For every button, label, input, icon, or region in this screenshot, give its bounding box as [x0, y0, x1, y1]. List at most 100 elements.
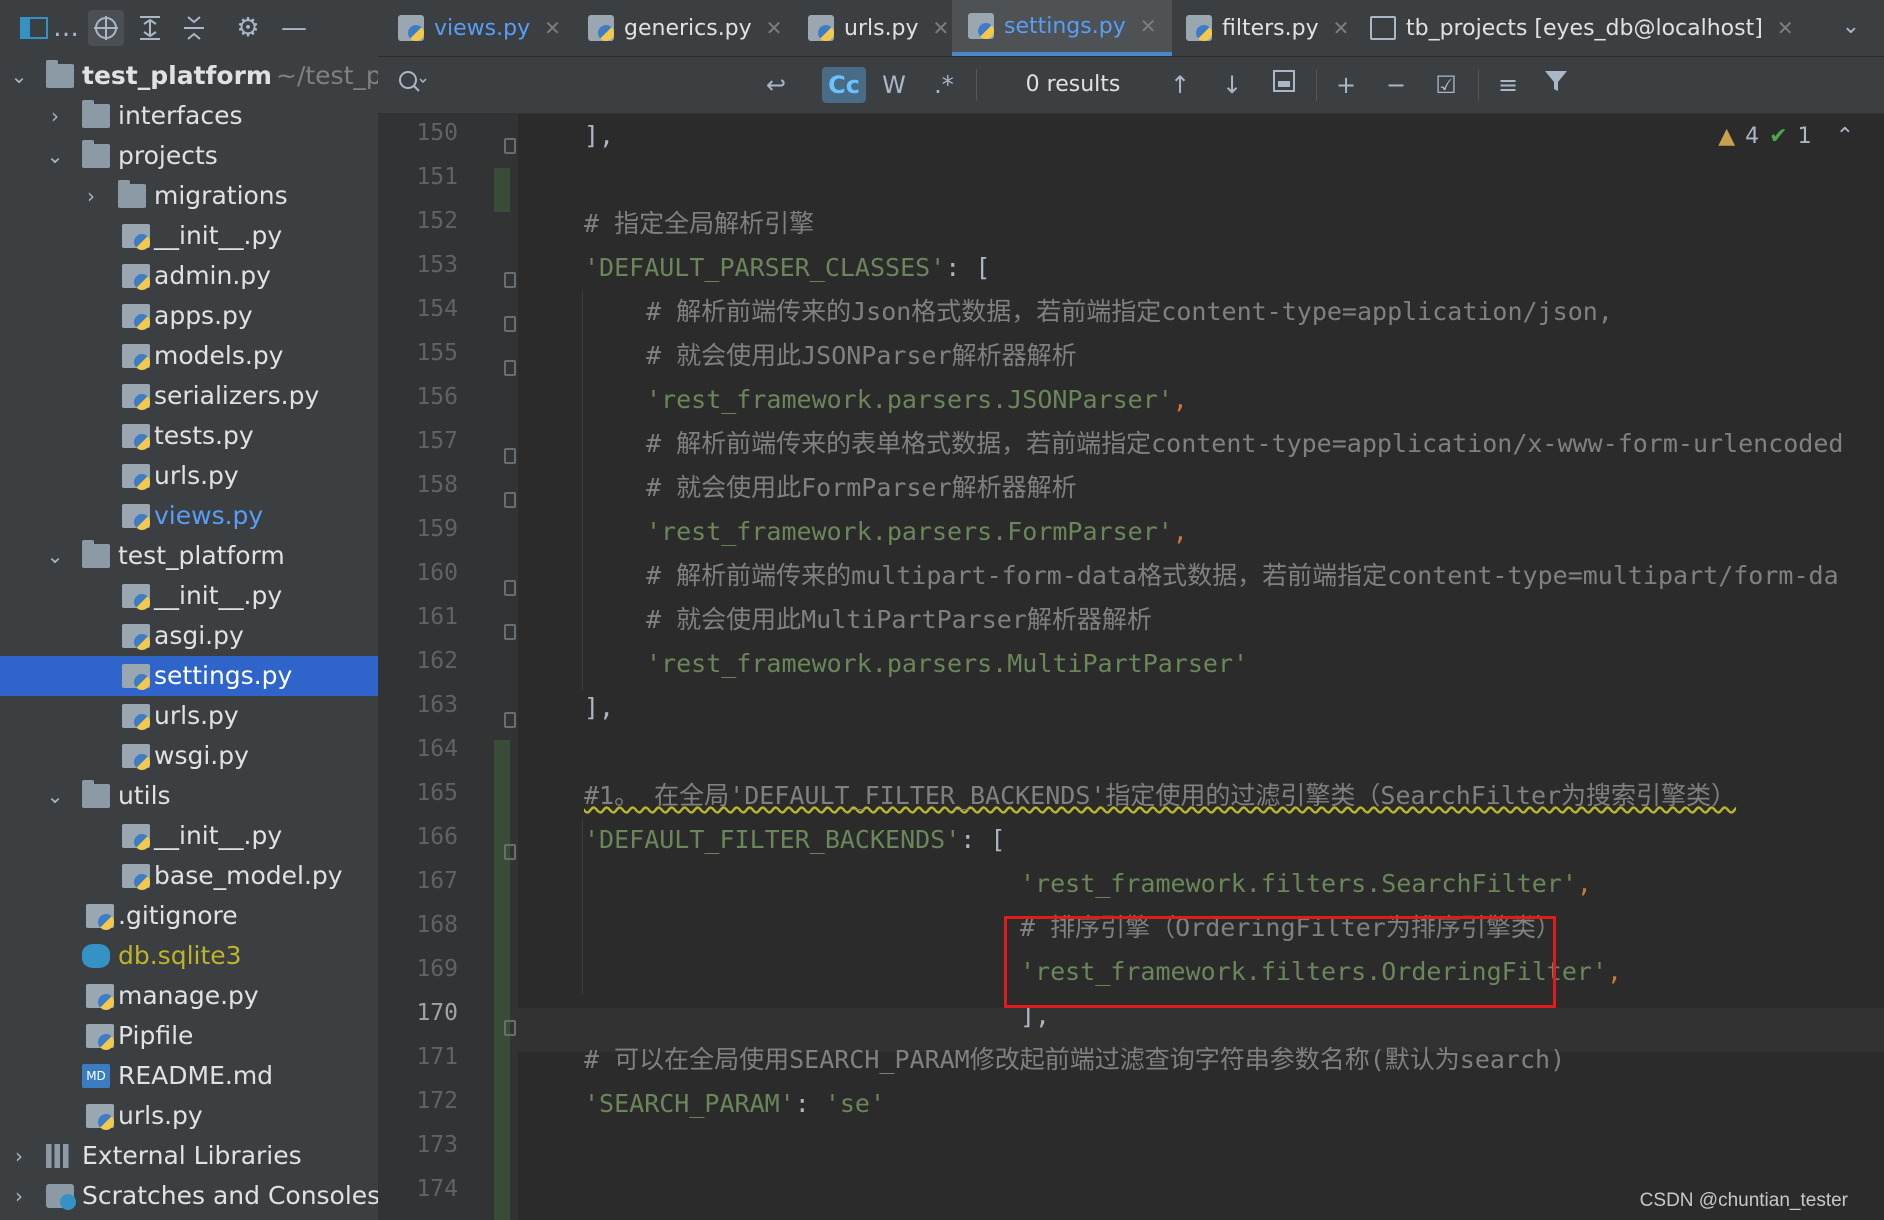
chevron-up-icon[interactable]: ⌃: [1836, 124, 1854, 149]
code-comment: # 指定全局解析引擎: [584, 209, 815, 238]
line-number: 152: [416, 208, 458, 234]
line-number: 155: [416, 340, 458, 366]
tree-label: base_model.py: [154, 861, 343, 890]
fold-marker-icon[interactable]: [504, 844, 516, 860]
fold-marker-icon[interactable]: [504, 712, 516, 728]
chevron-down-icon[interactable]: ⌄: [44, 776, 66, 816]
project-view-icon[interactable]: [16, 10, 52, 46]
python-file-icon: [86, 984, 114, 1010]
regex-toggle[interactable]: .*: [924, 67, 964, 103]
close-icon[interactable]: ✕: [1140, 14, 1157, 38]
tree-file[interactable]: admin.py: [0, 256, 378, 296]
tree-file[interactable]: views.py: [0, 496, 378, 536]
filter-icon[interactable]: [1538, 67, 1574, 103]
history-icon[interactable]: ↩: [756, 67, 796, 103]
tree-file[interactable]: wsgi.py: [0, 736, 378, 776]
tab-filters-py[interactable]: filters.py ✕: [1186, 0, 1349, 56]
search-icon[interactable]: [392, 67, 432, 103]
tab-settings-py[interactable]: settings.py ✕: [952, 0, 1173, 56]
tree-file[interactable]: Pipfile: [0, 1016, 378, 1056]
code-comment: # 解析前端传来的表单格式数据，若前端指定content-type=applic…: [646, 429, 1844, 458]
tree-file[interactable]: manage.py: [0, 976, 378, 1016]
tree-file[interactable]: asgi.py: [0, 616, 378, 656]
line-number: 159: [416, 516, 458, 542]
tree-external-libraries[interactable]: › External Libraries: [0, 1136, 378, 1176]
chevron-down-icon[interactable]: ⌄: [8, 56, 30, 96]
fold-marker-icon[interactable]: [504, 580, 516, 596]
tab-generics-py[interactable]: generics.py ✕: [588, 0, 782, 56]
tree-file[interactable]: apps.py: [0, 296, 378, 336]
chevron-right-icon[interactable]: ›: [44, 96, 66, 136]
match-case-toggle[interactable]: Cc: [822, 67, 866, 103]
tab-urls-py[interactable]: urls.py ✕: [808, 0, 949, 56]
tree-file[interactable]: base_model.py: [0, 856, 378, 896]
select-all-occurrences-icon[interactable]: [1266, 67, 1302, 103]
python-file-icon: [122, 264, 150, 290]
code-comment: # 解析前端传来的Json格式数据，若前端指定content-type=appl…: [646, 297, 1613, 326]
fold-marker-icon[interactable]: [504, 316, 516, 332]
close-icon[interactable]: ✕: [933, 16, 950, 40]
code-string: 'rest_framework.parsers.FormParser': [646, 517, 1173, 546]
inspection-widget[interactable]: ▲ 4 ✔ 1 ⌃: [1718, 124, 1854, 149]
more-icon[interactable]: …: [48, 10, 84, 46]
tree-file[interactable]: __init__.py: [0, 576, 378, 616]
tree-folder-interfaces[interactable]: › interfaces: [0, 96, 378, 136]
fold-marker-icon[interactable]: [504, 1020, 516, 1036]
tree-file[interactable]: .gitignore: [0, 896, 378, 936]
chevron-down-icon[interactable]: ⌄: [44, 136, 66, 176]
tree-folder-test-platform[interactable]: ⌄ test_platform: [0, 536, 378, 576]
chevron-down-icon[interactable]: ⌄: [1842, 14, 1860, 39]
select-occurrences-icon[interactable]: ☑: [1428, 67, 1464, 103]
line-number: 161: [416, 604, 458, 630]
tree-scratches[interactable]: › Scratches and Consoles: [0, 1176, 378, 1216]
hide-icon[interactable]: —: [276, 10, 312, 46]
close-icon[interactable]: ✕: [1333, 16, 1350, 40]
root-name: test_platform: [82, 61, 272, 90]
code-editor[interactable]: ▲ 4 ✔ 1 ⌃ ], # 指定全局解析引擎 'DEFAULT_PARSER_…: [518, 114, 1884, 1220]
collapse-all-icon[interactable]: [176, 10, 212, 46]
fold-marker-icon[interactable]: [504, 624, 516, 640]
python-file-icon: [122, 864, 150, 890]
chevron-right-icon[interactable]: ›: [8, 1136, 30, 1176]
tree-folder-utils[interactable]: ⌄ utils: [0, 776, 378, 816]
chevron-right-icon[interactable]: ›: [8, 1176, 30, 1216]
close-icon[interactable]: ✕: [1777, 16, 1794, 40]
close-icon[interactable]: ✕: [544, 16, 561, 40]
filter-options-icon[interactable]: ≡: [1490, 67, 1526, 103]
arrow-up-icon[interactable]: ↑: [1162, 67, 1198, 103]
fold-marker-icon[interactable]: [504, 448, 516, 464]
tree-file[interactable]: urls.py: [0, 1096, 378, 1136]
arrow-down-icon[interactable]: ↓: [1214, 67, 1250, 103]
fold-marker-icon[interactable]: [504, 360, 516, 376]
tab-views-py[interactable]: views.py ✕: [398, 0, 561, 56]
tree-file[interactable]: __init__.py: [0, 216, 378, 256]
tree-file-selected[interactable]: settings.py: [0, 656, 378, 696]
whole-words-toggle[interactable]: W: [874, 67, 914, 103]
tree-file[interactable]: models.py: [0, 336, 378, 376]
tree-file[interactable]: urls.py: [0, 696, 378, 736]
tree-file[interactable]: serializers.py: [0, 376, 378, 416]
close-icon[interactable]: ✕: [766, 16, 783, 40]
tree-file[interactable]: __init__.py: [0, 816, 378, 856]
tree-label: __init__.py: [154, 581, 283, 610]
tree-file[interactable]: db.sqlite3: [0, 936, 378, 976]
tree-folder-projects[interactable]: ⌄ projects: [0, 136, 378, 176]
tree-file[interactable]: MD README.md: [0, 1056, 378, 1096]
tab-tb-projects[interactable]: tb_projects [eyes_db@localhost] ✕: [1370, 0, 1794, 56]
tree-root[interactable]: ⌄ test_platform ~/test_p: [0, 56, 378, 96]
fold-marker-icon[interactable]: [504, 492, 516, 508]
tree-file[interactable]: tests.py: [0, 416, 378, 456]
chevron-down-icon[interactable]: ⌄: [44, 536, 66, 576]
fold-marker-icon[interactable]: [504, 272, 516, 288]
locate-icon[interactable]: [88, 10, 124, 46]
fold-marker-icon[interactable]: [504, 138, 516, 154]
chevron-right-icon[interactable]: ›: [80, 176, 102, 216]
expand-all-icon[interactable]: [132, 10, 168, 46]
tab-label: filters.py: [1222, 15, 1319, 41]
gear-icon[interactable]: ⚙: [230, 10, 266, 46]
tree-folder-migrations[interactable]: › migrations: [0, 176, 378, 216]
add-occurrence-icon[interactable]: +: [1328, 67, 1364, 103]
remove-occurrence-icon[interactable]: −: [1378, 67, 1414, 103]
tree-label: __init__.py: [154, 821, 283, 850]
tree-file[interactable]: urls.py: [0, 456, 378, 496]
